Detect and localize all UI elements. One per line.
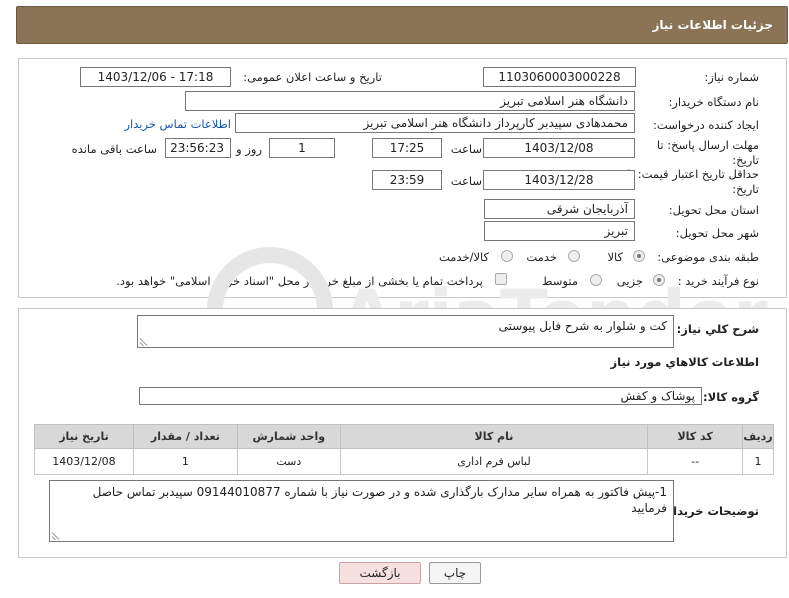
page-title: جزئیات اطلاعات نیاز	[652, 18, 773, 32]
col-code-header: کد کالا	[647, 424, 744, 449]
days-label: روز و	[236, 142, 262, 156]
city-field: تبریز	[484, 221, 635, 241]
category-option-goods-service: کالا/خدمت	[438, 250, 489, 264]
category-radio-service[interactable]	[568, 250, 580, 262]
creator-field: محمدهادی سپیدبر کارپرداز دانشگاه هنر اسل…	[235, 113, 635, 133]
resize-handle-icon[interactable]	[140, 338, 148, 346]
price-time-label: ساعت	[450, 174, 482, 188]
category-option-service: خدمت	[526, 250, 557, 264]
summary-textarea[interactable]: کت و شلوار به شرح فایل پیوستی	[137, 315, 674, 348]
buyer-notes-textarea[interactable]: 1-پیش فاکتور به همراه سایر مدارک بارگذار…	[49, 480, 674, 542]
price-time-field: 23:59	[372, 170, 442, 190]
creator-label: ایجاد کننده درخواست:	[653, 118, 759, 132]
goods-group-field: پوشاک و کفش	[139, 387, 702, 405]
reply-date-field: 1403/12/08	[483, 138, 635, 158]
category-label: طبقه بندی موضوعی:	[657, 250, 759, 264]
goods-table: ردیف کد کالا نام کالا واحد شمارش تعداد /…	[34, 424, 774, 475]
process-option-minor: جزیی	[616, 274, 643, 288]
province-label: استان محل تحویل:	[668, 203, 759, 217]
back-button[interactable]: بازگشت	[339, 562, 421, 584]
cell-qty: 1	[132, 448, 238, 475]
remaining-time-field: 23:56:23	[165, 138, 231, 158]
buyer-org-field: دانشگاه هنر اسلامی تبریز	[185, 91, 635, 111]
days-field: 1	[269, 138, 335, 158]
col-date-header: تاریخ نیاز	[34, 424, 134, 449]
category-radio-goods[interactable]	[633, 250, 645, 262]
goods-info-title: اطلاعات کالاهاي مورد نياز	[610, 355, 759, 369]
city-label: شهر محل تحویل:	[675, 226, 759, 240]
summary-label: شرح کلي نياز:	[676, 322, 759, 336]
buyer-notes-label: توضیحات خریدار:	[661, 504, 759, 518]
province-field: آذربایجان شرقی	[484, 199, 635, 219]
buyer-org-label: نام دستگاه خریدار:	[668, 95, 759, 109]
col-unit-header: واحد شمارش	[236, 424, 341, 449]
summary-text: کت و شلوار به شرح فایل پیوستی	[498, 319, 667, 333]
cell-name: لباس فرم اداری	[339, 448, 649, 475]
need-number-label: شماره نیاز:	[704, 70, 759, 84]
contact-info-link[interactable]: اطلاعات تماس خریدار	[124, 117, 231, 131]
print-button[interactable]: چاپ	[429, 562, 481, 584]
col-qty-header: تعداد / مقدار	[132, 424, 238, 449]
treasury-payment-note: پرداخت تمام یا بخشی از مبلغ خرید،از محل …	[116, 274, 483, 288]
process-radio-medium[interactable]	[590, 274, 602, 286]
cell-date: 1403/12/08	[34, 448, 134, 475]
table-row[interactable]: 1 -- لباس فرم اداری دست 1 1403/12/08	[34, 448, 774, 475]
category-radio-goods-service[interactable]	[501, 250, 513, 262]
remaining-label: ساعت باقی مانده	[71, 142, 157, 156]
col-name-header: نام کالا	[339, 424, 649, 449]
process-radio-minor[interactable]	[653, 274, 665, 286]
reply-time-field: 17:25	[372, 138, 442, 158]
need-number-field: 1103060003000228	[483, 67, 636, 87]
goods-group-label: گروه کالا:	[703, 390, 759, 404]
category-option-goods: کالا	[607, 250, 623, 264]
cell-code: --	[647, 448, 744, 475]
resize-handle-icon[interactable]	[52, 532, 60, 540]
cell-row: 1	[742, 448, 774, 475]
process-option-medium: متوسط	[541, 274, 578, 288]
announce-label: تاریخ و ساعت اعلان عمومی:	[243, 70, 382, 84]
cell-unit: دست	[236, 448, 341, 475]
announce-field: 1403/12/06 - 17:18	[80, 67, 231, 87]
process-label: نوع فرآیند خرید :	[677, 274, 759, 288]
col-row-header: ردیف	[742, 424, 774, 449]
price-date-field: 1403/12/28	[483, 170, 635, 190]
reply-deadline-label: مهلت ارسال پاسخ: تا تاریخ:	[656, 138, 759, 167]
buyer-notes-text: 1-پیش فاکتور به همراه سایر مدارک بارگذار…	[92, 485, 667, 515]
treasury-payment-checkbox[interactable]	[495, 273, 507, 285]
page-header: جزئیات اطلاعات نیاز	[16, 6, 788, 44]
reply-time-label: ساعت	[450, 142, 482, 156]
table-header-row: ردیف کد کالا نام کالا واحد شمارش تعداد /…	[34, 424, 774, 449]
